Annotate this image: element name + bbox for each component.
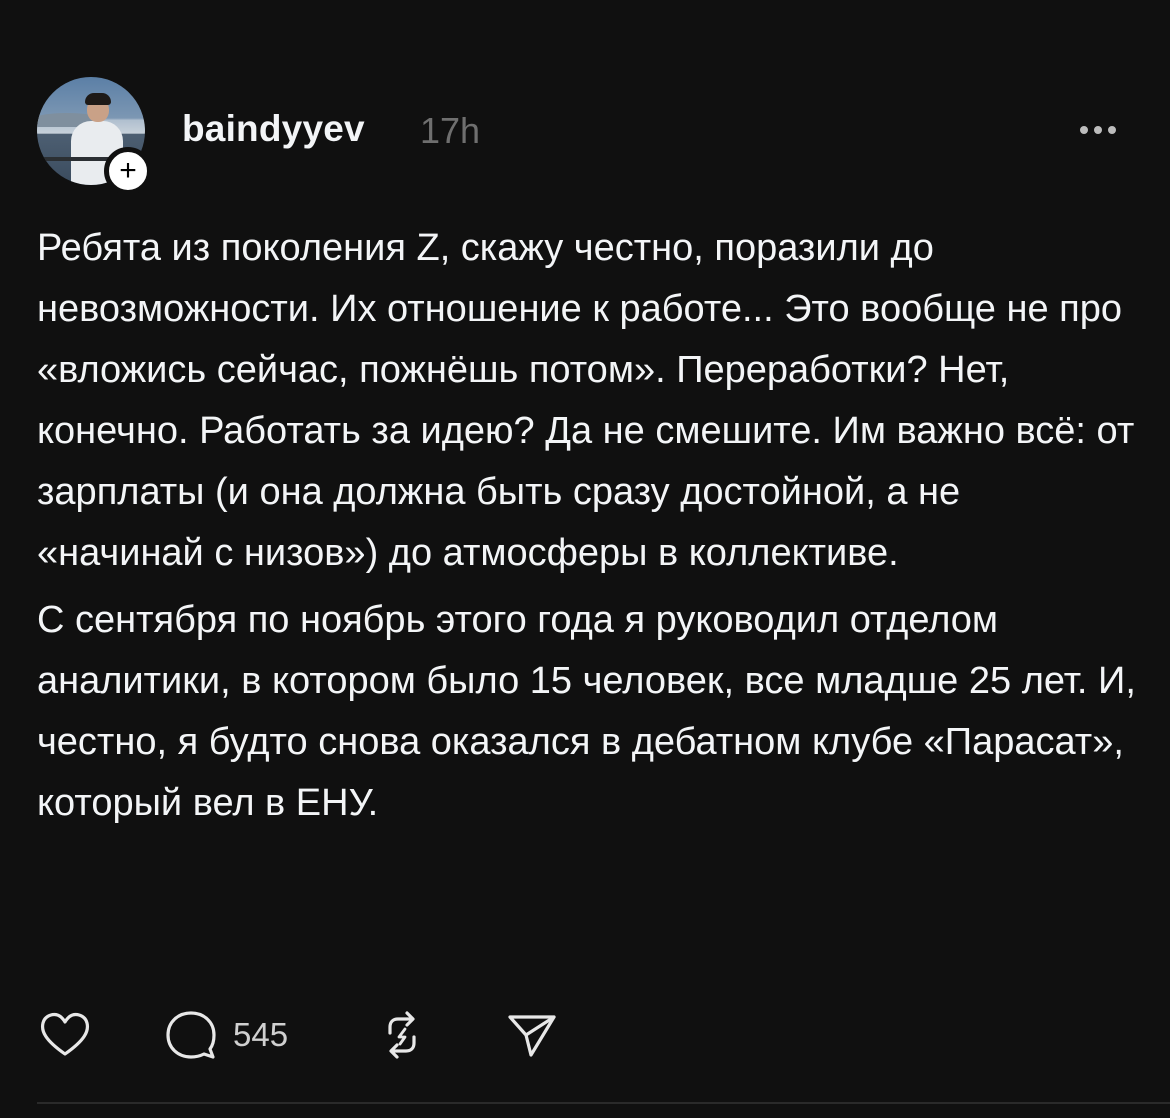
thread-post: + baindyyev 17h Ребята из поколения Z, с… — [0, 0, 1170, 1118]
post-paragraph: С сентября по ноябрь этого года я руково… — [37, 599, 1136, 824]
plus-icon: + — [119, 154, 137, 187]
post-body: Ребята из поколения Z, скажу честно, пор… — [37, 218, 1137, 834]
comment-icon — [166, 1011, 216, 1059]
reply-count: 545 — [233, 1016, 289, 1053]
more-options-icon[interactable] — [1080, 122, 1124, 138]
post-paragraph: Ребята из поколения Z, скажу честно, пор… — [37, 227, 1135, 574]
action-bar: 545 — [37, 1007, 637, 1063]
repost-button[interactable] — [374, 1007, 430, 1063]
like-button[interactable] — [37, 1007, 93, 1063]
share-button[interactable] — [504, 1007, 560, 1063]
reply-button[interactable]: 545 — [163, 1007, 288, 1063]
follow-button[interactable]: + — [104, 147, 152, 195]
heart-icon — [40, 1012, 90, 1056]
timestamp: 17h — [420, 110, 481, 151]
divider — [37, 1102, 1170, 1104]
send-icon — [508, 1015, 556, 1057]
repost-icon — [388, 1011, 416, 1059]
username[interactable]: baindyyev — [182, 108, 365, 150]
